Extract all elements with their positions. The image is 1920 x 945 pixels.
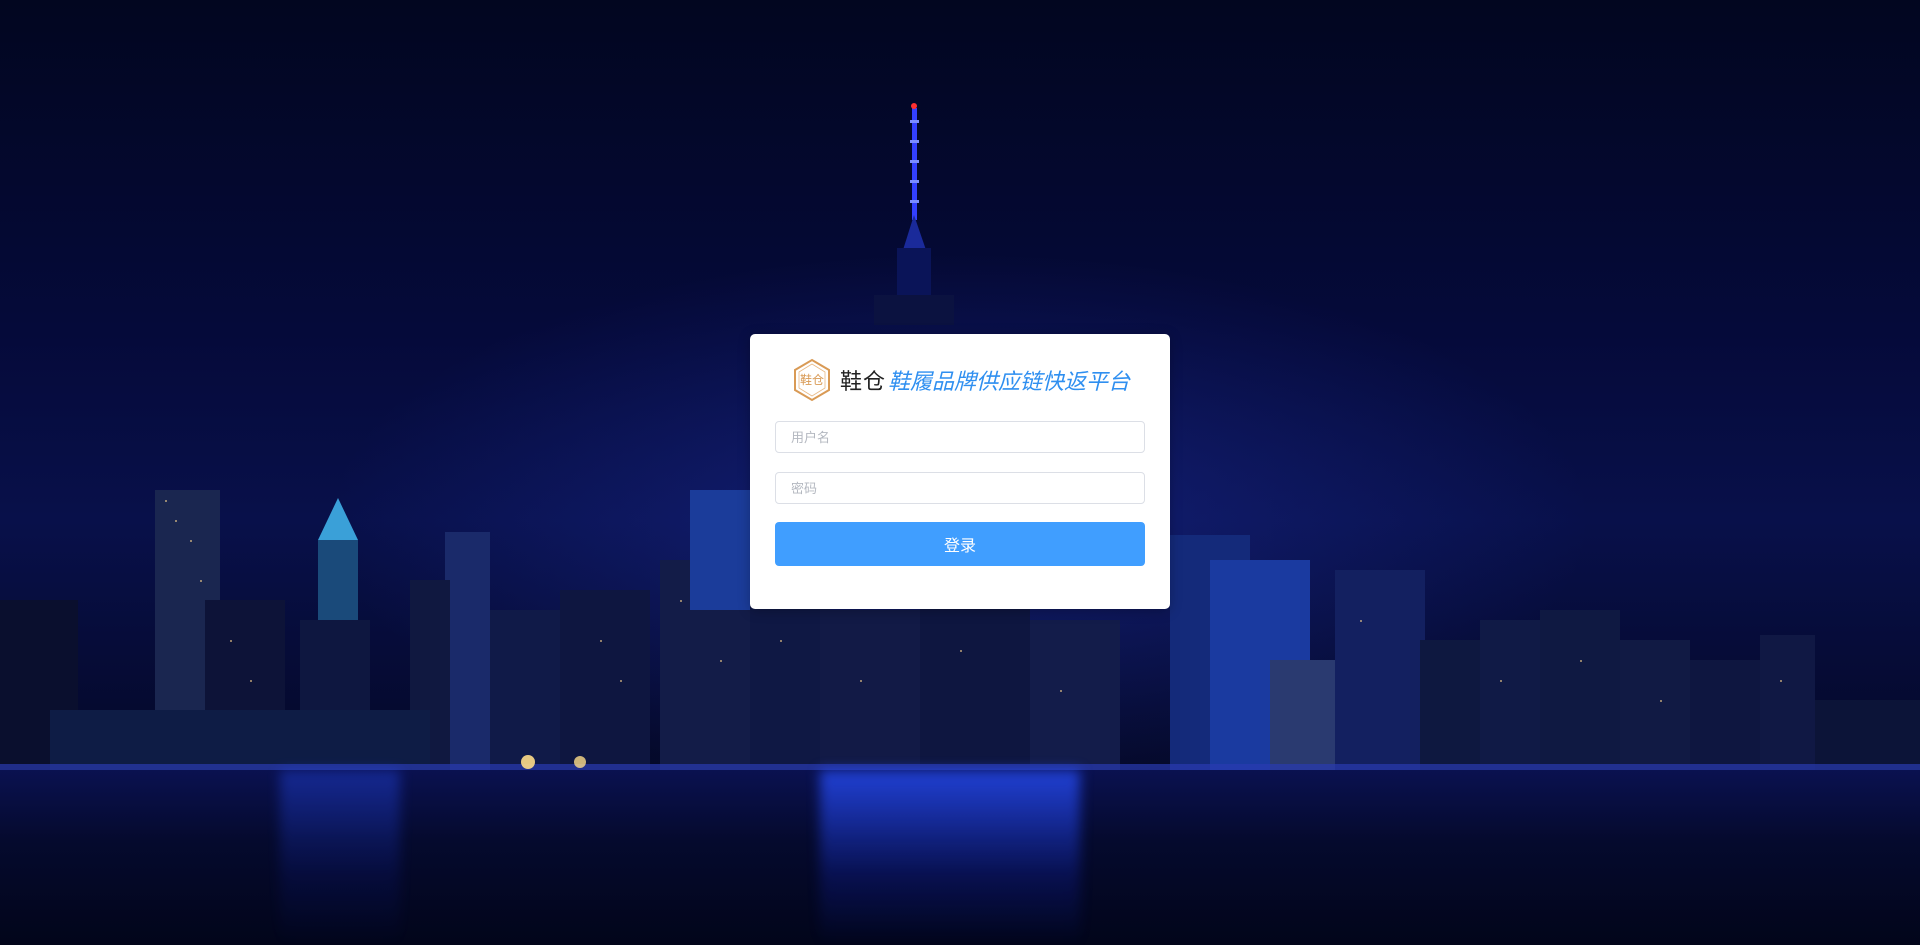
water-reflection xyxy=(280,770,400,945)
brand-header: 鞋仓 鞋仓 鞋履品牌供应链快返平台 xyxy=(790,358,1130,402)
login-page: 鞋仓 鞋仓 鞋履品牌供应链快返平台 登录 xyxy=(0,0,1920,945)
spire-tower xyxy=(874,103,954,325)
brand-name: 鞋仓 xyxy=(840,369,887,394)
login-card: 鞋仓 鞋仓 鞋履品牌供应链快返平台 登录 xyxy=(750,334,1170,609)
username-input[interactable] xyxy=(776,422,1144,452)
password-input[interactable] xyxy=(776,473,1144,503)
logo-icon: 鞋仓 xyxy=(794,358,830,402)
password-field[interactable] xyxy=(775,472,1145,504)
brand-slogan: 鞋履品牌供应链快返平台 xyxy=(888,369,1131,394)
water-reflection xyxy=(820,770,1080,945)
username-field[interactable] xyxy=(775,421,1145,453)
login-button[interactable]: 登录 xyxy=(775,522,1145,566)
left-buildings xyxy=(0,490,750,770)
logo-text: 鞋仓 xyxy=(800,372,824,387)
